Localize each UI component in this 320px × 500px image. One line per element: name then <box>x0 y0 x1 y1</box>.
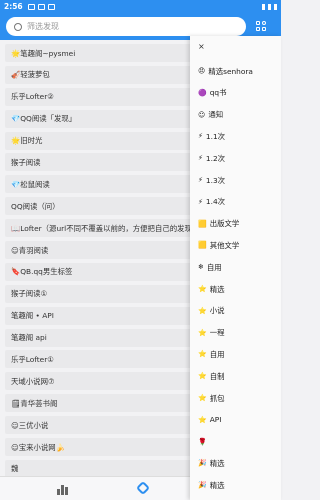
drawer-group-item[interactable]: 🎉 精选 <box>198 478 225 492</box>
drawer-group-item[interactable]: ⚡ 1.1次 <box>198 129 225 143</box>
notification-icon <box>27 3 35 10</box>
close-icon[interactable]: × <box>198 42 205 51</box>
source-item[interactable]: 💎QQ阅读「发现」 <box>5 109 205 128</box>
group-emoji-icon: ⚡ <box>198 154 203 163</box>
source-item[interactable]: QQ阅读（问） <box>5 197 205 216</box>
drawer-group-item[interactable]: 🌹 <box>198 435 210 449</box>
source-item[interactable]: 猴子阅读 <box>5 153 205 172</box>
signal-icon <box>268 3 271 10</box>
group-emoji-icon: 🟣 <box>198 88 207 97</box>
source-item[interactable]: 乐乎Lofter① <box>5 350 205 369</box>
source-item[interactable]: 笔趣阁 api <box>5 328 205 347</box>
battery-icon <box>274 3 277 10</box>
group-emoji-icon: 🎉 <box>198 481 207 490</box>
group-label: 精选 <box>209 480 225 490</box>
group-label: 1.2次 <box>205 153 226 163</box>
group-label: 自制 <box>209 371 225 381</box>
group-emoji-icon: 🌹 <box>198 437 207 446</box>
group-label: 出版文学 <box>209 219 240 229</box>
source-item[interactable]: ☺宝来小说网🍌 <box>5 438 205 457</box>
status-time: 2:56 <box>4 2 23 11</box>
source-item[interactable]: 猴子阅读① <box>5 284 205 303</box>
drawer-group-item[interactable]: ⭐ 一程 <box>198 326 225 340</box>
wifi-icon <box>262 3 265 10</box>
group-emoji-icon: ⚡ <box>198 176 203 184</box>
group-emoji-icon: ⚡ <box>198 197 203 206</box>
group-label: 抓包 <box>209 393 225 403</box>
group-drawer: × 😠 精选senhora 🟣 qq书 ☺ 通知 ⚡ 1.1次 ⚡ 1.2次 ⚡ 1.3次 ⚡ 1.4次 🟨… <box>190 36 281 500</box>
discover-source-list: 🌟笔趣阁~pysmei 🎻轻菠萝包乐乎Lofter② 💎QQ阅读「发现」 🌟旧时光猴子… <box>5 44 205 500</box>
source-item[interactable]: 天域小说网⑦ <box>5 372 205 391</box>
group-emoji-icon: ☺ <box>198 110 206 119</box>
source-item[interactable]: 🔖QB.qq男生标签 <box>5 262 205 281</box>
group-emoji-icon: 🟨 <box>198 219 207 228</box>
drawer-group-item[interactable]: ⭐ 小说 <box>198 304 225 318</box>
group-emoji-icon: ⭐ <box>198 328 207 337</box>
source-item[interactable]: 🌟笔趣阁~pysmei <box>5 44 205 62</box>
group-label: 自用 <box>209 349 225 359</box>
group-emoji-icon: 😠 <box>198 67 206 75</box>
group-label: 1.4次 <box>205 197 226 207</box>
group-label: 自用 <box>206 262 222 272</box>
source-item[interactable]: 🗒青华荟书阁 <box>5 394 205 413</box>
group-label: 通知 <box>208 110 224 120</box>
source-item[interactable]: 笔趣阁 • API <box>5 306 205 325</box>
drawer-group-item[interactable]: 🎉 精选 <box>198 456 225 470</box>
drawer-group-item[interactable]: ⚡ 1.4次 <box>198 195 225 209</box>
drawer-group-item[interactable]: ⚡ 1.2次 <box>198 151 225 165</box>
group-emoji-icon: ❄ <box>198 263 204 272</box>
source-item[interactable]: 🌟旧时光 <box>5 131 205 150</box>
group-emoji-icon: ⭐ <box>198 285 207 293</box>
group-label: 1.3次 <box>205 175 226 185</box>
notification-icon <box>37 3 45 10</box>
source-item[interactable]: ☺三优小说 <box>5 416 205 435</box>
drawer-group-item[interactable]: 🟣 qq书 <box>198 86 227 100</box>
group-label: 精选 <box>209 458 225 468</box>
drawer-group-item[interactable]: ⭐ 抓包 <box>198 391 225 405</box>
drawer-group-item[interactable]: 🟨 其他文学 <box>198 238 239 252</box>
category-icon[interactable] <box>256 21 267 32</box>
discover-icon[interactable] <box>135 480 151 496</box>
source-item[interactable]: 💎松鼠阅读 <box>5 175 205 194</box>
group-emoji-icon: 🎉 <box>198 459 207 468</box>
drawer-group-item[interactable]: ⭐ 自制 <box>198 369 225 383</box>
drawer-group-item[interactable]: ☺ 通知 <box>198 108 223 122</box>
source-item[interactable]: 📖Lofter（源url不同不覆盖以前的，方便把自己的发现规则粘 <box>5 219 205 238</box>
group-label: API <box>209 415 222 425</box>
search-placeholder: 筛选发现 <box>27 22 59 31</box>
search-icon <box>14 22 22 31</box>
group-emoji-icon: 🟨 <box>198 241 207 250</box>
drawer-group-item[interactable]: 😠 精选senhora <box>198 64 253 78</box>
bookshelf-icon[interactable] <box>57 483 69 495</box>
group-emoji-icon: ⭐ <box>198 394 207 402</box>
drawer-group-item[interactable]: ⭐ 自用 <box>198 347 225 361</box>
drawer-group-item[interactable]: ❄ 自用 <box>198 260 222 274</box>
group-emoji-icon: ⭐ <box>198 306 207 315</box>
group-label: qq书 <box>209 88 227 98</box>
group-label: 1.1次 <box>205 131 226 141</box>
group-label: 精选 <box>209 284 225 294</box>
group-emoji-icon: ⭐ <box>198 372 207 381</box>
group-emoji-icon: ⚡ <box>198 132 203 141</box>
source-item[interactable]: 🎻轻菠萝包 <box>5 65 205 84</box>
drawer-group-item[interactable]: 🟨 出版文学 <box>198 217 239 231</box>
status-bar: 2:56 <box>0 0 281 13</box>
drawer-group-item[interactable]: ⭐ API <box>198 413 221 427</box>
source-item[interactable]: ☺青羽阅读 <box>5 241 205 260</box>
group-label: 小说 <box>209 306 225 316</box>
group-label: 一程 <box>209 328 225 338</box>
group-emoji-icon: ⭐ <box>198 415 207 424</box>
notification-icon <box>47 3 55 10</box>
group-label: 精选senhora <box>208 66 253 76</box>
group-label: 其他文学 <box>209 240 240 250</box>
drawer-group-item[interactable]: ⚡ 1.3次 <box>198 173 225 187</box>
drawer-group-item[interactable]: ⭐ 精选 <box>198 282 225 296</box>
group-emoji-icon: ⭐ <box>198 350 207 359</box>
source-item[interactable]: 乐乎Lofter② <box>5 87 205 106</box>
search-input[interactable]: 筛选发现 <box>6 17 246 36</box>
